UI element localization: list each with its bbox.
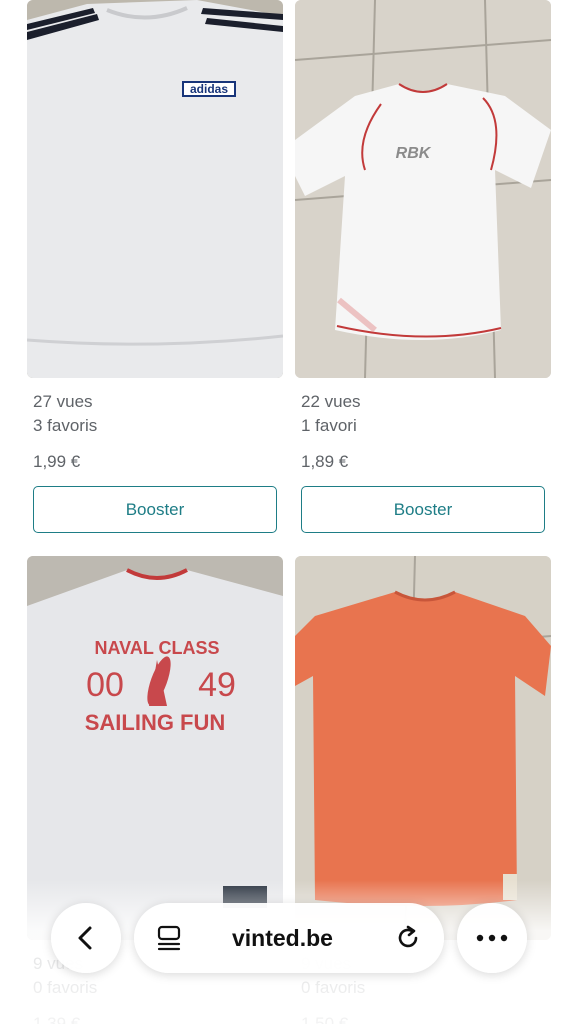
url-text[interactable]: vinted.be [232, 925, 333, 952]
back-button[interactable] [51, 903, 121, 973]
more-button[interactable] [457, 903, 527, 973]
item-price: 1,39 € [33, 1014, 81, 1024]
item-photo[interactable]: NAVAL CLASS 00 49 SAILING FUN [27, 556, 283, 940]
item-photo[interactable]: RBK [295, 0, 551, 378]
more-dots-icon [476, 934, 508, 942]
tab-overview-icon[interactable] [156, 925, 182, 951]
item-photo[interactable] [295, 556, 551, 940]
item-card[interactable]: adidas 27 vues 3 favoris 1,99 € Booster [27, 0, 283, 533]
favorites-count: 1 favori [301, 416, 357, 435]
favorites-count: 0 favoris [33, 978, 98, 997]
favorites-count: 0 favoris [301, 978, 366, 997]
item-price: 1,99 € [33, 452, 81, 471]
print-naval-class: NAVAL CLASS [94, 638, 219, 658]
favorites-count: 3 favoris [33, 416, 98, 435]
item-photo[interactable]: adidas [27, 0, 283, 378]
item-price: 1,89 € [301, 452, 349, 471]
booster-button[interactable]: Booster [33, 486, 277, 533]
reebok-logo: RBK [396, 145, 432, 162]
chevron-left-icon [78, 926, 92, 950]
views-count: 27 vues [33, 392, 93, 411]
print-49: 49 [198, 666, 236, 704]
item-card[interactable]: RBK 22 vues 1 favori 1,89 € Booster [295, 0, 551, 533]
reload-icon[interactable] [394, 924, 422, 952]
item-price: 1,50 € [301, 1014, 349, 1024]
adidas-logo: adidas [190, 82, 228, 96]
print-00: 00 [86, 666, 124, 704]
views-count: 22 vues [301, 392, 361, 411]
address-bar[interactable]: vinted.be [134, 903, 444, 973]
booster-button[interactable]: Booster [301, 486, 545, 533]
print-sailing-fun: SAILING FUN [85, 710, 226, 735]
